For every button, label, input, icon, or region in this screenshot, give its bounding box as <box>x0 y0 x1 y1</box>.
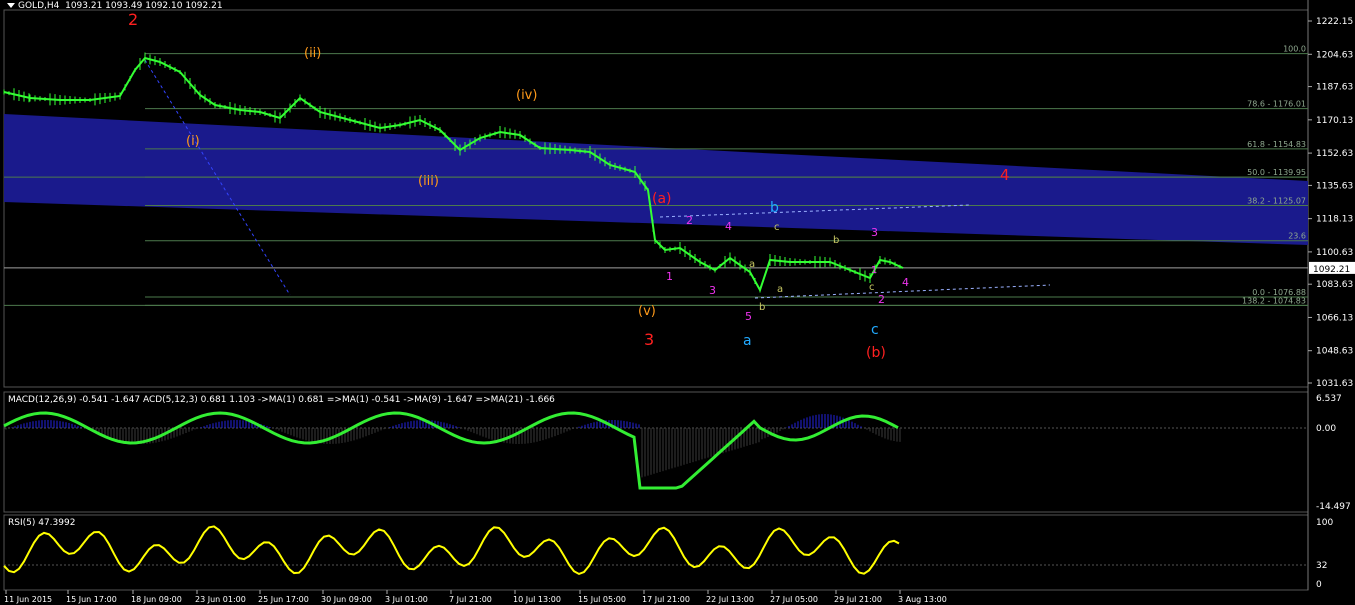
wave-label: b <box>833 235 840 246</box>
wave-label: 3 <box>709 284 716 297</box>
macd-tick-label: 0.00 <box>1316 424 1336 434</box>
price-tick-label: 1083.63 <box>1316 280 1353 290</box>
wave-label: 2 <box>878 293 885 306</box>
price-tick-label: 1204.63 <box>1316 50 1353 60</box>
price-tick-label: 1048.63 <box>1316 347 1353 357</box>
time-tick-label: 15 Jul 05:00 <box>578 595 626 604</box>
macd-tick-label: 6.537 <box>1316 394 1342 404</box>
price-tick-label: 1152.63 <box>1316 149 1353 159</box>
fib-level-label: 50.0 - 1139.95 <box>1247 168 1306 177</box>
rsi-panel-frame <box>3 514 1309 591</box>
rsi-header: RSI(5) 47.3992 <box>8 518 76 528</box>
time-tick-label: 22 Jul 13:00 <box>706 595 754 604</box>
macd-tick-label: -14.497 <box>1316 502 1351 512</box>
wave-label: (i) <box>186 134 200 149</box>
time-tick-label: 10 Jul 13:00 <box>513 595 561 604</box>
wave-label: (ii) <box>304 46 322 61</box>
wave-label: (a) <box>652 191 672 207</box>
wave-label: 5 <box>745 310 752 323</box>
wave-label: 1 <box>871 265 878 276</box>
wave-label: b <box>759 302 766 313</box>
time-tick-label: 29 Jul 21:00 <box>834 595 882 604</box>
current-price-label: 1092.21 <box>1313 265 1350 275</box>
price-tick-label: 1135.63 <box>1316 181 1353 191</box>
time-tick-label: 17 Jul 21:00 <box>642 595 690 604</box>
rsi-line <box>3 525 900 576</box>
price-tick-label: 1222.15 <box>1316 17 1353 27</box>
price-tick-label: 1031.63 <box>1316 379 1353 389</box>
wave-label: (iii) <box>418 174 439 189</box>
time-tick-label: 25 Jun 17:00 <box>258 595 309 604</box>
trading-chart-window[interactable]: 100.0 78.6 - 1176.01 61.8 - 1154.83 50.0 - … <box>0 0 1355 605</box>
wave-label: 1 <box>666 270 673 283</box>
wave-label: 3 <box>871 226 878 239</box>
dropdown-triangle-icon[interactable] <box>7 3 15 8</box>
time-tick-label: 3 Jul 01:00 <box>385 595 428 604</box>
fib-level-label: 78.6 - 1176.01 <box>1247 100 1306 109</box>
time-tick-label: 30 Jun 09:00 <box>321 595 372 604</box>
fib-level-label: 38.2 - 1125.07 <box>1247 196 1306 205</box>
chart-canvas[interactable]: 100.0 78.6 - 1176.01 61.8 - 1154.83 50.0 - … <box>0 0 1355 605</box>
macd-main-line <box>3 411 899 490</box>
ohlc-values: 1093.21 1093.49 1092.10 1092.21 <box>65 1 223 11</box>
time-tick-label: 11 Jun 2015 <box>4 595 52 604</box>
wave-label: a <box>777 284 784 295</box>
time-tick-label: 27 Jul 05:00 <box>770 595 818 604</box>
time-tick-label: 18 Jun 09:00 <box>131 595 182 604</box>
wave-label: c <box>869 282 875 293</box>
wave-label: 4 <box>725 220 732 233</box>
wave-label: a <box>749 259 756 270</box>
fib-level-label: 100.0 <box>1283 45 1306 54</box>
rsi-tick-label: 100 <box>1316 518 1333 528</box>
symbol-label: GOLD,H4 <box>18 1 60 11</box>
wave-label: 4 <box>1000 166 1010 184</box>
wave-label: b <box>770 200 779 216</box>
macd-header: MACD(12,26,9) -0.541 -1.647 ACD(5,12,3) … <box>8 395 555 405</box>
time-tick-label: 7 Jul 21:00 <box>449 595 492 604</box>
price-tick-label: 1066.13 <box>1316 313 1353 323</box>
rsi-tick-label: 32 <box>1316 561 1327 571</box>
time-tick-label: 3 Aug 13:00 <box>898 595 947 604</box>
wave-label: c <box>774 222 780 233</box>
price-tick-label: 1170.13 <box>1316 116 1353 126</box>
rsi-tick-label: 0 <box>1316 580 1322 590</box>
wave-label: 3 <box>644 330 655 349</box>
macd-panel-frame <box>3 391 1309 513</box>
wave-label: (b) <box>866 345 886 361</box>
wave-label: c <box>871 322 879 338</box>
fib-level-label: 61.8 - 1154.83 <box>1247 140 1306 149</box>
wave-label: a <box>743 333 752 349</box>
wave-label: (iv) <box>516 88 538 103</box>
price-tick-label: 1100.63 <box>1316 248 1353 258</box>
price-tick-label: 1187.63 <box>1316 83 1353 93</box>
time-tick-label: 23 Jun 01:00 <box>195 595 246 604</box>
wave-label: (v) <box>638 304 656 319</box>
chart-header: GOLD,H4 1093.21 1093.49 1092.10 1092.21 <box>7 1 223 11</box>
fib-level-label: 23.6 <box>1288 232 1306 241</box>
wave-label: 4 <box>902 276 909 289</box>
wave-label: 2 <box>686 214 693 227</box>
price-tick-label: 1118.13 <box>1316 215 1353 225</box>
time-tick-label: 15 Jun 17:00 <box>66 595 117 604</box>
fib-level-label: 138.2 - 1074.83 <box>1242 296 1306 305</box>
wave-label: 2 <box>128 10 139 29</box>
